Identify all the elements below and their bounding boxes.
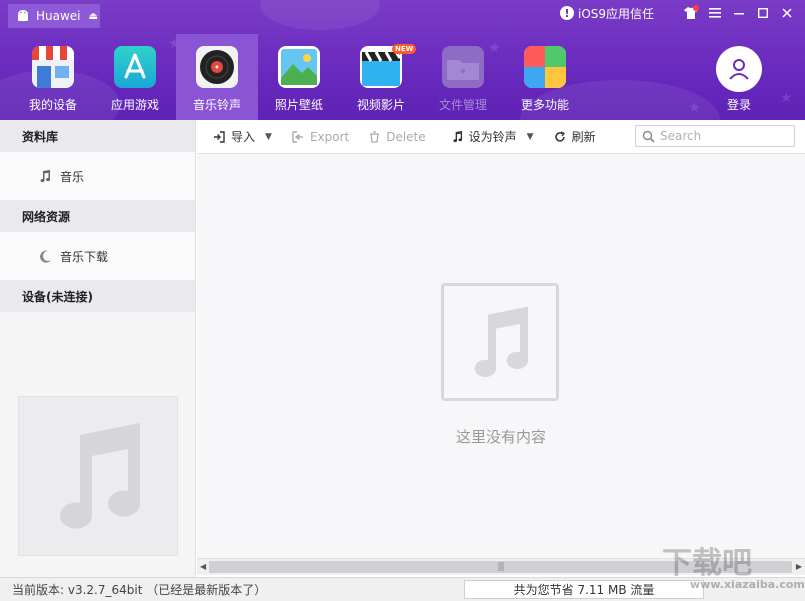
main-nav: 我的设备 应用游戏 音乐铃声 照片壁纸 NEW 视频影片 文件管理 更多功能: [12, 34, 586, 120]
set-ringtone-label: 设为铃声: [468, 130, 517, 144]
set-ringtone-button[interactable]: 设为铃声 ▼: [436, 120, 544, 154]
store-icon: [32, 46, 74, 88]
nav-more-features[interactable]: 更多功能: [504, 34, 586, 120]
import-label: 导入: [231, 130, 256, 144]
import-button[interactable]: 导入 ▼: [197, 120, 282, 154]
toolbar: 导入 ▼ Export Delete 设为铃声 ▼ 刷新: [197, 120, 805, 154]
nav-label: 应用游戏: [110, 98, 159, 112]
sidebar-item-label: 音乐下载: [60, 249, 109, 264]
decor-cloud: [260, 0, 380, 30]
watermark-url: www.xiazaiba.com: [690, 578, 805, 591]
tiles-icon: [524, 46, 566, 88]
section-title: 资料库: [22, 129, 59, 144]
eject-icon[interactable]: ⏏: [89, 11, 98, 22]
music-note-icon: [60, 423, 141, 529]
nav-label: 更多功能: [520, 98, 569, 112]
export-icon: [292, 130, 303, 143]
new-badge: NEW: [392, 44, 417, 54]
login-button[interactable]: 登录: [716, 46, 762, 113]
watermark-text: 下载吧: [662, 546, 752, 581]
menu-button[interactable]: [703, 2, 727, 24]
empty-state-icon-box: [441, 283, 559, 401]
refresh-icon: [554, 130, 565, 142]
window-controls: [679, 2, 799, 24]
nav-apps-games[interactable]: 应用游戏: [94, 34, 176, 120]
user-avatar-icon: [716, 46, 762, 92]
refresh-label: 刷新: [571, 130, 596, 144]
scroll-right-icon[interactable]: ▶: [796, 562, 802, 571]
folder-icon: [442, 46, 484, 88]
nav-file-manager[interactable]: 文件管理: [422, 34, 504, 120]
search-icon: [642, 130, 655, 143]
nav-label: 视频影片: [356, 98, 405, 112]
chevron-down-icon[interactable]: ▼: [527, 132, 534, 142]
device-name: Huawei: [36, 9, 81, 23]
nav-label: 文件管理: [438, 98, 487, 112]
decor-star-icon: ★: [688, 100, 701, 116]
close-icon: [782, 8, 792, 18]
nav-label: 我的设备: [28, 98, 77, 112]
sidebar: 资料库 音乐 网络资源 音乐下载 设备(未连接): [0, 120, 196, 577]
info-icon: !: [560, 6, 574, 20]
section-title: 设备(未连接): [22, 289, 93, 304]
close-button[interactable]: [775, 2, 799, 24]
hamburger-icon: [709, 8, 721, 18]
export-label: Export: [309, 129, 350, 144]
empty-state-text: 这里没有内容: [455, 428, 546, 446]
sidebar-section-library: 资料库: [0, 120, 195, 152]
content-area: 这里没有内容: [197, 154, 805, 558]
trash-icon: [370, 130, 380, 143]
music-note-icon: [38, 169, 52, 183]
delete-label: Delete: [386, 129, 426, 144]
nav-music-ringtones[interactable]: 音乐铃声: [176, 34, 258, 120]
search-box[interactable]: [635, 125, 795, 147]
app-store-icon: [114, 46, 156, 88]
traffic-saved-box: 共为您节省 7.11 MB 流量: [464, 580, 704, 599]
notification-dot: [693, 5, 699, 11]
decor-star-icon: ★: [780, 90, 793, 106]
android-icon: [18, 10, 28, 21]
nav-photos-wallpapers[interactable]: 照片壁纸: [258, 34, 340, 120]
nav-label: 照片壁纸: [274, 98, 323, 112]
version-text: 当前版本: v3.2.7_64bit （已经是最新版本了）: [12, 583, 267, 597]
login-label: 登录: [726, 98, 751, 112]
delete-button[interactable]: Delete: [359, 120, 435, 154]
nav-my-device[interactable]: 我的设备: [12, 34, 94, 120]
device-selector[interactable]: Huawei ⏏: [8, 4, 100, 28]
search-input[interactable]: [660, 129, 790, 143]
nav-videos[interactable]: NEW 视频影片: [340, 34, 422, 120]
grip-icon: |||: [497, 562, 504, 572]
photo-landscape-icon: [278, 46, 320, 88]
music-note-icon: [453, 130, 462, 142]
sidebar-item-music[interactable]: 音乐: [0, 152, 195, 200]
import-icon: [214, 130, 225, 143]
export-button[interactable]: Export: [282, 120, 359, 154]
ios9-trust-label: iOS9应用信任: [578, 6, 655, 21]
sidebar-item-label: 音乐: [60, 169, 85, 184]
maximize-icon: [758, 8, 768, 18]
skin-button[interactable]: [679, 2, 703, 24]
sidebar-section-device[interactable]: 设备(未连接): [0, 280, 195, 312]
traffic-saved-text: 共为您节省 7.11 MB 流量: [513, 583, 655, 597]
ios9-trust-link[interactable]: ! iOS9应用信任: [560, 4, 654, 22]
scroll-left-icon[interactable]: ◀: [200, 562, 206, 571]
section-title: 网络资源: [22, 209, 71, 224]
minimize-button[interactable]: [727, 2, 751, 24]
sidebar-section-online: 网络资源: [0, 200, 195, 232]
album-art-placeholder: [18, 396, 178, 556]
header-bar: ★ ★ ★ ★ Huawei ⏏ ! iOS9应用信任 我的设备 应用游戏 音乐…: [0, 0, 805, 120]
moon-icon: [38, 249, 52, 263]
refresh-button[interactable]: 刷新: [544, 120, 606, 154]
maximize-button[interactable]: [751, 2, 775, 24]
minimize-icon: [734, 13, 744, 15]
music-note-icon: [474, 306, 529, 378]
chevron-down-icon[interactable]: ▼: [265, 132, 272, 142]
nav-label: 音乐铃声: [192, 98, 241, 112]
sidebar-item-music-download[interactable]: 音乐下载: [0, 232, 195, 280]
vinyl-record-icon: [196, 46, 238, 88]
